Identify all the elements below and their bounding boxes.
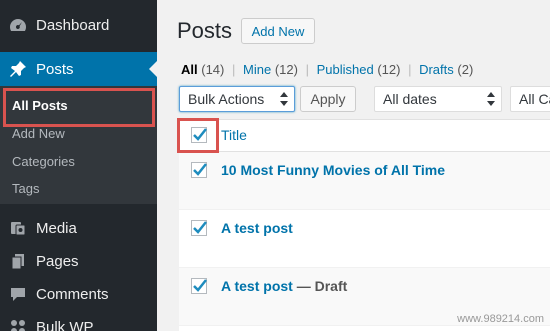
table-row: A test post	[179, 210, 550, 268]
sidebar-item-label: Dashboard	[36, 16, 110, 34]
comments-icon	[0, 285, 36, 303]
bulk-actions-value: Bulk Actions	[188, 91, 265, 107]
post-title-link[interactable]: A test post	[221, 220, 293, 236]
sidebar-item-label: Media	[36, 219, 77, 237]
sidebar-item-dashboard[interactable]: Dashboard	[0, 8, 157, 42]
checkmark-icon	[193, 279, 207, 292]
sidebar-item-label: Comments	[36, 285, 109, 303]
filter-all[interactable]: All	[181, 62, 198, 77]
filter-separator: |	[305, 62, 309, 77]
table-header: Title	[179, 120, 550, 152]
pin-icon	[0, 60, 36, 78]
watermark: www.989214.com	[457, 313, 544, 325]
filter-separator: |	[408, 62, 412, 77]
categories-select[interactable]: All Ca	[510, 86, 550, 112]
post-title-link[interactable]: 10 Most Funny Movies of All Time	[221, 162, 445, 178]
categories-value: All Ca	[519, 91, 550, 107]
column-title[interactable]: Title	[221, 127, 247, 143]
apply-button[interactable]: Apply	[300, 86, 356, 112]
row-checkbox[interactable]	[191, 162, 207, 178]
checkmark-icon	[193, 221, 207, 234]
dashboard-icon	[0, 17, 36, 33]
main-content: Posts Add New All (14) | Mine (12) | Pub…	[157, 0, 550, 331]
filter-drafts-count: (2)	[457, 62, 474, 77]
filter-drafts[interactable]: Drafts	[419, 62, 454, 77]
post-title: A test post — Draft	[221, 278, 347, 294]
row-checkbox[interactable]	[191, 220, 207, 236]
select-arrows-icon	[280, 92, 288, 106]
sidebar-item-media[interactable]: Media	[0, 211, 157, 245]
filter-separator: |	[232, 62, 236, 77]
post-state: — Draft	[292, 278, 348, 294]
media-icon	[0, 219, 36, 237]
status-filters: All (14) | Mine (12) | Published (12) | …	[181, 62, 473, 77]
table-row: 10 Most Funny Movies of All Time	[179, 152, 550, 210]
admin-sidebar: Dashboard Posts All Posts Add New Catego…	[0, 0, 157, 331]
sidebar-item-posts[interactable]: Posts	[0, 52, 157, 86]
select-all-highlight	[177, 118, 219, 153]
page-title: Posts	[177, 18, 233, 43]
sidebar-item-label: Posts	[36, 60, 74, 78]
sidebar-item-bulk-wp[interactable]: Bulk WP	[0, 310, 157, 331]
dates-value: All dates	[383, 91, 437, 107]
pages-icon	[0, 252, 36, 270]
post-title-link[interactable]: A test post	[221, 278, 293, 294]
filter-published[interactable]: Published	[317, 62, 374, 77]
post-title: A test post	[221, 220, 293, 236]
sidebar-item-label: Bulk WP	[36, 318, 94, 331]
select-arrows-icon	[487, 92, 495, 106]
all-posts-highlight	[3, 88, 155, 127]
dates-select[interactable]: All dates	[374, 86, 502, 112]
filter-published-count: (12)	[377, 62, 401, 77]
submenu-categories[interactable]: Categories	[0, 148, 157, 174]
add-new-button[interactable]: Add New	[241, 18, 315, 44]
bulk-actions-select[interactable]: Bulk Actions	[179, 86, 295, 112]
posts-table: Title 10 Most Funny Movies of All Time A…	[179, 119, 550, 331]
submenu-tags[interactable]: Tags	[0, 175, 157, 201]
sidebar-item-label: Pages	[36, 252, 79, 270]
filter-all-count: (14)	[201, 62, 225, 77]
sidebar-item-pages[interactable]: Pages	[0, 244, 157, 278]
post-title: 10 Most Funny Movies of All Time	[221, 162, 445, 178]
checkmark-icon	[193, 163, 207, 176]
row-checkbox[interactable]	[191, 278, 207, 294]
bulk-wp-icon	[0, 318, 36, 331]
sidebar-item-comments[interactable]: Comments	[0, 277, 157, 311]
filter-mine-count: (12)	[274, 62, 298, 77]
filter-mine[interactable]: Mine	[243, 62, 271, 77]
